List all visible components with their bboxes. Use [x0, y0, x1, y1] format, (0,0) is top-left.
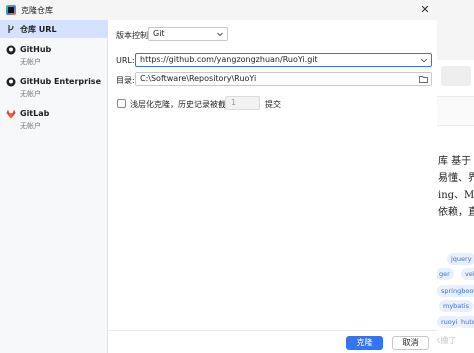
close-icon[interactable]: ✕: [419, 4, 431, 16]
vcs-branch-icon: [8, 25, 14, 33]
folder-icon[interactable]: [419, 75, 428, 83]
sidebar-item-account-status: 无帐户: [20, 90, 41, 98]
sidebar-item-label: GitHub Enterprise: [20, 77, 101, 86]
background-text-line: 依赖，直接: [438, 207, 474, 218]
github-icon: [6, 77, 16, 87]
shallow-clone-checkbox[interactable]: [117, 99, 126, 108]
directory-input-value: C:\Software\Repository\RuoYi: [140, 74, 257, 83]
sidebar-item-account-status: 无帐户: [20, 58, 41, 66]
url-input-value: https://github.com/yangzongzhuan/RuoYi.g…: [140, 55, 318, 64]
cancel-button[interactable]: 取消: [392, 336, 429, 350]
sidebar-item-github-enterprise[interactable]: GitHub Enterprise 无帐户: [0, 73, 108, 101]
clone-button[interactable]: 克隆: [346, 336, 383, 350]
background-band: [437, 96, 474, 126]
sidebar-item-label: 仓库 URL: [20, 25, 57, 34]
vcs-selected-value: Git: [153, 29, 165, 38]
dialog-footer: 克隆 取消: [108, 330, 437, 353]
background-text-line: ing、My: [438, 190, 474, 201]
sidebar-item-repo-url[interactable]: 仓库 URL: [0, 20, 108, 38]
tag-veli[interactable]: veli: [461, 268, 474, 280]
background-page: 库 基于 易懂、界 ing、My 依赖，直接 jquery ger veli s…: [437, 0, 474, 353]
sidebar-item-account-status: 无帐户: [20, 122, 41, 130]
chevron-down-icon: [217, 32, 223, 37]
tag-mybatis[interactable]: mybatis: [439, 300, 474, 312]
shallow-depth-input[interactable]: 1: [225, 96, 260, 110]
url-label: URL:: [116, 56, 135, 65]
title-bar: 克隆仓库 ✕: [0, 0, 437, 20]
tag-springboot[interactable]: springboot: [437, 285, 474, 297]
sidebar-item-label: GitHub: [20, 45, 52, 54]
background-text-line: 易懂、界: [438, 173, 474, 184]
tag-hutool[interactable]: hutoo: [457, 316, 474, 328]
gitlab-icon: [6, 109, 16, 119]
vcs-label: 版本控制:: [116, 31, 151, 40]
github-icon: [6, 45, 16, 55]
directory-label: 目录:: [116, 76, 135, 85]
vcs-select[interactable]: Git: [148, 27, 228, 41]
url-input[interactable]: https://github.com/yangzongzhuan/RuoYi.g…: [135, 53, 432, 67]
background-block: [441, 66, 471, 86]
background-text-line: 库 基于: [438, 156, 472, 167]
chevron-down-icon[interactable]: [420, 56, 428, 64]
sidebar-item-label: GitLab: [20, 109, 50, 118]
tag-jquery[interactable]: jquery: [447, 253, 474, 265]
window-title: 克隆仓库: [21, 5, 53, 15]
app-icon: [6, 5, 16, 15]
background-header: [437, 0, 474, 60]
clone-dialog: 克隆仓库 ✕ 仓库 URL GitHub 无帐户 GitHub Enterpri…: [0, 0, 437, 353]
shallow-depth-unit: 提交: [265, 100, 281, 109]
directory-input[interactable]: C:\Software\Repository\RuoYi: [135, 72, 432, 86]
clone-form: 版本控制: Git URL: https://github.com/yangzo…: [108, 20, 437, 353]
tag-ger[interactable]: ger: [437, 268, 454, 280]
sidebar: 仓库 URL GitHub 无帐户 GitHub Enterprise 无帐户 …: [0, 20, 108, 353]
sidebar-item-gitlab[interactable]: GitLab 无帐户: [0, 105, 108, 133]
sidebar-item-github[interactable]: GitHub 无帐户: [0, 41, 108, 69]
